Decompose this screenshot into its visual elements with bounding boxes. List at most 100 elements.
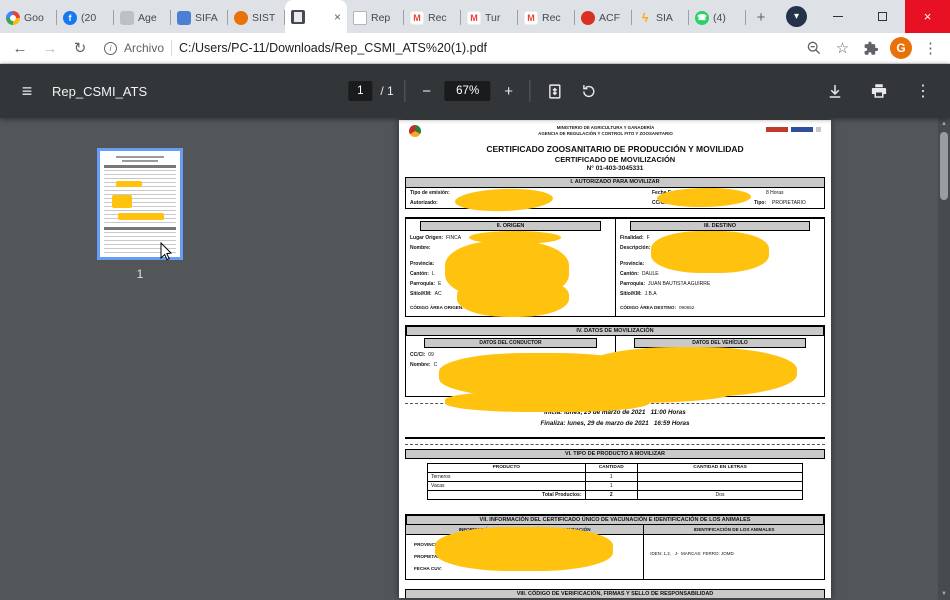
tab-acf[interactable]: ACF (575, 3, 632, 33)
info-icon: i (104, 42, 117, 55)
tab-label: SIFA (195, 12, 222, 24)
window-controls: ▾ × (786, 0, 950, 33)
scrollbar-thumb[interactable] (940, 132, 948, 200)
ministry-logo (409, 125, 445, 137)
fit-page-button[interactable] (542, 83, 568, 100)
field-label: FECHA CUV: (414, 566, 442, 571)
section-firmas: VIII. CÓDIGO DE VERIFICACIÓN, FIRMAS Y S… (405, 589, 825, 598)
tab-label: SIST (252, 12, 279, 24)
tab-sist[interactable]: SIST (228, 3, 285, 33)
zoom-out-button[interactable]: − (417, 83, 437, 100)
tab-close-icon[interactable]: × (334, 11, 341, 23)
tab-current-pdf[interactable]: × (285, 0, 347, 33)
thumb-redaction-mark (116, 181, 142, 187)
facebook-icon: f (63, 11, 77, 25)
field-label: Cantón: (410, 271, 429, 277)
maximize-icon (878, 12, 887, 21)
table-row: Vacas 1 (428, 482, 803, 491)
flag-bars (766, 127, 821, 132)
extensions-button[interactable] (858, 35, 885, 62)
field-label: CÓDIGO ÁREA DESTINO: (620, 305, 676, 310)
pdf-main-area: MINISTERIO DE AGRICULTURA Y GANADERÍA AG… (280, 118, 950, 600)
ministry-lines: MINISTERIO DE AGRICULTURA Y GANADERÍA AG… (445, 125, 766, 136)
vertical-scrollbar[interactable]: ▲ ▼ (938, 118, 950, 600)
table-cell: 2 (585, 491, 638, 500)
pdf-menu-button[interactable]: ≡ (14, 81, 40, 102)
table-cell (638, 473, 803, 482)
tab-whatsapp[interactable]: ☎ (4) (689, 3, 746, 33)
toolbar-divider (530, 80, 531, 102)
tab-search-button[interactable]: ▾ (786, 6, 807, 27)
tab-rec-2[interactable]: M Rec (518, 3, 575, 33)
pdf-document-title: Rep_CSMI_ATS (52, 84, 147, 99)
section1-header: I. AUTORIZADO PARA MOVILIZAR (406, 178, 824, 188)
field-label: Tipo: (754, 200, 766, 206)
back-button[interactable]: ← (6, 34, 34, 62)
thumb-section-bar (104, 165, 176, 168)
tab-label: Age (138, 12, 165, 24)
tab-sia[interactable]: ϟ SIA (632, 3, 689, 33)
zoom-indicator-button[interactable] (800, 35, 827, 62)
chevron-down-icon: ▾ (794, 11, 799, 22)
tab-rep[interactable]: Rep (347, 3, 404, 33)
omnibox[interactable]: i Archivo C:/Users/PC-11/Downloads/Rep_C… (96, 35, 798, 61)
reload-button[interactable]: ↻ (66, 34, 94, 62)
zoom-level-input[interactable]: 67% (445, 81, 491, 101)
animal-identification: IDEN: 1,2, J- MARCAS: FERRO: JOMD (644, 535, 824, 579)
url-separator (171, 40, 172, 56)
scroll-up-icon[interactable]: ▲ (938, 118, 950, 130)
red-bar (766, 127, 788, 132)
forward-button[interactable]: → (36, 34, 64, 62)
thumb-redaction-mark (118, 213, 164, 220)
tab-sifa[interactable]: SIFA (171, 3, 228, 33)
scroll-down-icon[interactable]: ▼ (938, 588, 950, 600)
puzzle-icon (864, 41, 879, 56)
dashed-divider (405, 444, 825, 445)
certificate: MINISTERIO DE AGRICULTURA Y GANADERÍA AG… (399, 125, 831, 598)
toolbar-divider (405, 80, 406, 102)
minimize-icon (833, 16, 843, 17)
address-bar: ← → ↻ i Archivo C:/Users/PC-11/Downloads… (0, 33, 950, 64)
tab-tur[interactable]: M Tur (461, 3, 518, 33)
close-button[interactable]: × (905, 0, 950, 33)
document-icon (353, 11, 367, 25)
zoom-in-button[interactable]: + (499, 83, 519, 100)
table-header-cell: PRODUCTO (428, 464, 586, 473)
tab-age[interactable]: Age (114, 3, 171, 33)
finaliza-line: Finaliza: lunes, 29 de marzo de 2021 16:… (405, 418, 825, 429)
field-label: Tipo de emisión: (410, 190, 450, 196)
thumb-section-bar (104, 227, 176, 230)
field-value: 8 Horas (766, 190, 784, 196)
rotate-button[interactable] (576, 83, 602, 100)
pdf-page: MINISTERIO DE AGRICULTURA Y GANADERÍA AG… (399, 120, 831, 598)
profile-avatar[interactable]: G (890, 37, 912, 59)
print-button[interactable] (866, 82, 892, 100)
download-button[interactable] (822, 82, 848, 100)
blue-bar (791, 127, 813, 132)
page-number-input[interactable]: 1 (348, 81, 372, 101)
tab-rec-1[interactable]: M Rec (404, 3, 461, 33)
tab-label: Rec (428, 12, 455, 24)
field-label: Provincia: (620, 261, 644, 267)
pdf-more-button[interactable]: ⋮ (910, 81, 936, 101)
tab-label: SIA (656, 12, 683, 24)
field-value: FINCA (446, 235, 461, 241)
field-label: Lugar Origen: (410, 235, 443, 241)
section7-header: VII. INFORMACIÓN DEL CERTIFICADO ÚNICO D… (406, 515, 824, 525)
tab-label: Tur (485, 12, 512, 24)
pdf-right-controls: ⋮ (822, 81, 936, 101)
field-label: Parroquia: (620, 281, 645, 287)
browser-menu-button[interactable]: ⋮ (917, 35, 944, 62)
tab-google[interactable]: Goo (0, 3, 57, 33)
solid-divider (405, 437, 825, 439)
bookmark-button[interactable]: ☆ (829, 35, 856, 62)
field-value: C (434, 362, 438, 368)
tab-facebook[interactable]: f (20 (57, 3, 114, 33)
maximize-button[interactable] (860, 0, 905, 33)
field-value: JUAN BAUTISTA AGUIRRE (648, 281, 710, 287)
fit-page-icon (546, 83, 563, 100)
minimize-button[interactable] (815, 0, 860, 33)
pdf-viewer-content: 1 MINISTERIO DE AGRICULTURA Y GANADERÍA … (0, 118, 950, 600)
table-header-cell: CANTIDAD (585, 464, 638, 473)
new-tab-button[interactable]: + (748, 4, 774, 30)
